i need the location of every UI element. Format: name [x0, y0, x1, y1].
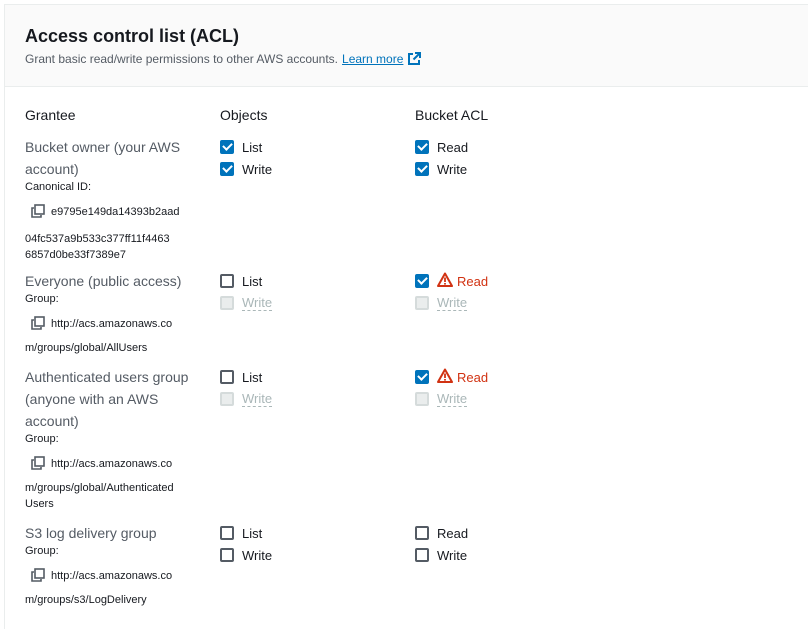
grantee-logdelivery-name: S3 log delivery group	[25, 525, 157, 541]
checkbox-box[interactable]	[220, 526, 234, 540]
logdelivery-objects-write-checkbox[interactable]: Write	[220, 546, 272, 564]
checkbox-label: Write	[242, 161, 273, 177]
everyone-uri-line1: http://acs.amazonaws.co	[51, 318, 173, 330]
copy-icon[interactable]	[31, 316, 45, 335]
checkbox-box[interactable]	[220, 274, 234, 288]
checkbox-box[interactable]	[220, 370, 234, 384]
checkbox-box[interactable]	[415, 162, 429, 176]
logdelivery-group-label: Group:	[25, 545, 59, 557]
authenticated-acl-write-checkbox: Write	[415, 390, 468, 408]
checkbox-label: Read	[457, 273, 489, 289]
checkbox-label: Read	[457, 369, 489, 385]
grantee-authenticated-name-line2: (anyone with an AWS	[25, 391, 159, 407]
acl-header: Access control list (ACL) Grant basic re…	[5, 5, 808, 87]
checkbox-box[interactable]	[415, 370, 429, 384]
checkbox-box[interactable]	[415, 140, 429, 154]
checkbox-label: Write	[437, 294, 468, 311]
warning-icon	[437, 368, 453, 386]
checkbox-box	[415, 296, 429, 310]
checkbox-box	[220, 392, 234, 406]
logdelivery-uri-copy: http://acs.amazonaws.co	[31, 568, 172, 587]
logdelivery-acl-read-checkbox[interactable]: Read	[415, 524, 468, 542]
checkbox-box[interactable]	[220, 548, 234, 562]
acl-description-text: Grant basic read/write permissions to ot…	[25, 52, 339, 66]
owner-objects-list-checkbox[interactable]: List	[220, 138, 262, 156]
grantee-owner-name-line2: account)	[25, 161, 79, 177]
grantee-authenticated-name-line1: Authenticated users group	[25, 369, 189, 385]
authenticated-objects-list-checkbox[interactable]: List	[220, 368, 262, 386]
checkbox-label: List	[242, 139, 263, 155]
canonical-id-label: Canonical ID:	[25, 181, 92, 193]
checkbox-label: Read	[437, 525, 469, 541]
checkbox-label: Write	[242, 390, 273, 407]
copy-icon[interactable]	[31, 568, 45, 587]
checkbox-box[interactable]	[415, 548, 429, 562]
everyone-uri-copy: http://acs.amazonaws.co	[31, 316, 172, 335]
authenticated-uri-copy: http://acs.amazonaws.co	[31, 456, 172, 475]
authenticated-acl-read-checkbox[interactable]: Read	[415, 368, 488, 386]
checkbox-box[interactable]	[220, 140, 234, 154]
checkbox-label: Write	[437, 161, 468, 177]
everyone-objects-list-checkbox[interactable]: List	[220, 272, 262, 290]
checkbox-label: List	[242, 273, 263, 289]
grantee-authenticated-name-line3: account)	[25, 413, 79, 429]
authenticated-uri-line1: http://acs.amazonaws.co	[51, 458, 173, 470]
column-header-grantee: Grantee	[25, 107, 76, 123]
owner-objects-write-checkbox[interactable]: Write	[220, 160, 272, 178]
everyone-uri-line2: m/groups/global/AllUsers	[25, 342, 148, 354]
everyone-objects-write-checkbox: Write	[220, 294, 273, 312]
acl-title: Access control list (ACL)	[25, 26, 240, 46]
logdelivery-acl-write-checkbox[interactable]: Write	[415, 546, 467, 564]
external-link-icon[interactable]	[407, 52, 422, 69]
copy-icon[interactable]	[31, 204, 45, 223]
canonical-id-copy: e9795e149da14393b2aad	[31, 204, 179, 223]
acl-panel: Access control list (ACL) Grant basic re…	[4, 4, 808, 629]
authenticated-group-label: Group:	[25, 433, 59, 445]
canonical-id-line2: 04fc537a9b533c377ff11f4463	[25, 233, 170, 245]
grantee-owner-name-line1: Bucket owner (your AWS	[25, 139, 181, 155]
checkbox-label: List	[242, 525, 263, 541]
checkbox-label: Write	[242, 547, 273, 563]
logdelivery-uri-line2: m/groups/s3/LogDelivery	[25, 594, 147, 606]
copy-icon[interactable]	[31, 456, 45, 475]
owner-acl-read-checkbox[interactable]: Read	[415, 138, 468, 156]
warning-icon	[437, 272, 453, 290]
checkbox-label: Write	[437, 390, 468, 407]
learn-more-link[interactable]: Learn more	[342, 52, 403, 66]
authenticated-objects-write-checkbox: Write	[220, 390, 273, 408]
checkbox-label: Write	[437, 547, 468, 563]
everyone-acl-read-checkbox[interactable]: Read	[415, 272, 488, 290]
owner-acl-write-checkbox[interactable]: Write	[415, 160, 467, 178]
checkbox-label: Read	[437, 139, 469, 155]
checkbox-box	[415, 392, 429, 406]
logdelivery-uri-line1: http://acs.amazonaws.co	[51, 570, 173, 582]
checkbox-box[interactable]	[220, 162, 234, 176]
checkbox-label: Write	[242, 294, 273, 311]
checkbox-box	[220, 296, 234, 310]
everyone-acl-write-checkbox: Write	[415, 294, 468, 312]
grantee-everyone-name: Everyone (public access)	[25, 273, 182, 289]
everyone-group-label: Group:	[25, 293, 59, 305]
column-header-bucket-acl: Bucket ACL	[415, 107, 489, 123]
authenticated-uri-line3: Users	[25, 498, 54, 510]
checkbox-label: List	[242, 369, 263, 385]
checkbox-box[interactable]	[415, 274, 429, 288]
canonical-id-line1: e9795e149da14393b2aad	[51, 206, 180, 218]
logdelivery-objects-list-checkbox[interactable]: List	[220, 524, 262, 542]
canonical-id-line3: 6857d0be33f7389e7	[25, 249, 126, 261]
checkbox-box[interactable]	[415, 526, 429, 540]
column-header-objects: Objects	[220, 107, 268, 123]
authenticated-uri-line2: m/groups/global/Authenticated	[25, 482, 174, 494]
acl-description: Grant basic read/write permissions to ot…	[25, 52, 422, 69]
